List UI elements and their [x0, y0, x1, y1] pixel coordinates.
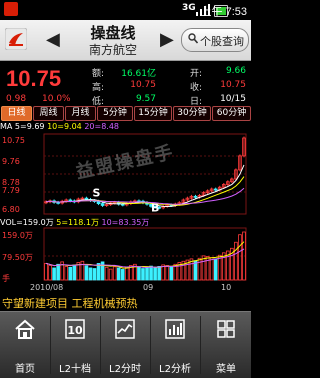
- open-value: 9.66: [225, 66, 246, 76]
- network-type: 3G: [182, 3, 196, 13]
- volume-bar: [238, 234, 242, 281]
- nav-l2-level10[interactable]: 10 L2十档: [50, 312, 100, 378]
- candle-body: [84, 197, 89, 200]
- volume-bar: [153, 266, 157, 281]
- turnover-value: 16.61亿: [121, 69, 156, 79]
- nav-l2-level10-label: L2十档: [59, 364, 91, 375]
- volume-bar: [169, 266, 174, 281]
- close-value: 10.75: [220, 80, 246, 90]
- nav-l2-analysis-label: L2分析: [159, 364, 191, 375]
- nav-menu-label: 菜单: [216, 364, 236, 375]
- nav-l2-timeshare-label: L2分时: [109, 364, 141, 375]
- vol5-label: 5=118.1万: [56, 218, 99, 227]
- price-change-pct: 10.0%: [42, 94, 71, 104]
- tab-5min[interactable]: 5分钟: [97, 106, 133, 121]
- svg-text:10: 10: [67, 324, 83, 337]
- timeshare-chart-icon: [115, 319, 135, 339]
- volume-bar: [88, 267, 93, 281]
- app-notification-icon: [4, 2, 18, 16]
- prev-stock-icon[interactable]: ◀: [46, 29, 60, 50]
- signal-marker: B: [151, 202, 159, 215]
- high-value: 10.75: [130, 80, 156, 90]
- nav-home-label: 首页: [15, 364, 35, 375]
- stock-name: 南方航空: [88, 43, 137, 57]
- page-title: 操盘线: [90, 24, 136, 42]
- tab-15min[interactable]: 15分钟: [134, 106, 172, 121]
- volume-axis-label: 159.0万: [2, 231, 33, 240]
- tab-60min[interactable]: 60分钟: [212, 106, 251, 121]
- vol10-label: 10=83.35万: [101, 218, 150, 227]
- stock-search-button[interactable]: 个股查询: [181, 28, 249, 52]
- nav-l2-timeshare[interactable]: L2分时: [100, 312, 150, 378]
- news-ticker[interactable]: 守望新建项目 工程机械预热: [0, 293, 251, 311]
- volume-bar: [137, 266, 141, 281]
- vol-label: VOL=159.0万: [0, 218, 54, 227]
- level10-icon: 10: [65, 319, 85, 339]
- candle-body: [193, 195, 198, 198]
- volume-bar: [120, 269, 125, 281]
- period-tabs: 日线 周线 月线 5分钟 15分钟 30分钟 60分钟: [0, 106, 251, 121]
- candle-body: [68, 199, 73, 202]
- stat-label: 额:: [92, 69, 105, 79]
- volume-bar: [64, 266, 69, 281]
- menu-grid-icon: [217, 320, 235, 338]
- home-icon: [15, 319, 35, 339]
- tab-monthly[interactable]: 月线: [65, 106, 96, 121]
- volume-bar: [68, 266, 73, 281]
- volume-bar: [145, 267, 149, 281]
- status-bar: 3G 上午 7:53: [0, 0, 251, 20]
- candle-body: [96, 200, 101, 205]
- current-price: 10.75: [6, 66, 62, 91]
- volume-bar: [104, 266, 109, 281]
- tab-weekly[interactable]: 周线: [33, 106, 64, 121]
- volume-bar: [149, 265, 153, 281]
- nav-home[interactable]: 首页: [0, 312, 50, 378]
- analysis-chart-icon: [165, 319, 185, 339]
- volume-bar: [84, 265, 89, 281]
- tab-daily[interactable]: 日线: [1, 106, 32, 121]
- tab-30min[interactable]: 30分钟: [173, 106, 211, 121]
- volume-bar: [48, 265, 52, 281]
- volume-axis-label: 79.50万: [2, 253, 33, 262]
- volume-bar: [209, 257, 214, 281]
- next-stock-icon[interactable]: ▶: [160, 29, 174, 50]
- volume-bar: [56, 263, 60, 281]
- search-icon: [188, 33, 199, 47]
- header-bar: ◀ 操盘线 南方航空 ▶ 个股查询: [0, 20, 251, 61]
- volume-bar: [197, 257, 202, 281]
- candle-body: [213, 188, 218, 191]
- volume-bar: [116, 267, 121, 281]
- volume-bar: [157, 266, 161, 281]
- volume-bar: [125, 266, 129, 281]
- ticker-text: 守望新建项目 工程机械预热: [2, 297, 138, 310]
- date-axis-label: 2010/08: [30, 283, 64, 292]
- date-axis-label: 09: [143, 283, 154, 292]
- price-change: 0.98: [6, 94, 27, 104]
- volume-bar: [108, 268, 113, 281]
- volume-bar: [213, 258, 218, 281]
- low-value: 9.57: [135, 94, 156, 104]
- volume-bar: [234, 241, 238, 281]
- date-axis-label: 10: [221, 283, 232, 292]
- nav-l2-analysis[interactable]: L2分析: [150, 312, 200, 378]
- signal-marker: S: [92, 186, 100, 199]
- date-value: 10/15: [220, 94, 246, 104]
- search-label: 个股查询: [200, 35, 244, 48]
- volume-legend: VOL=159.0万 5=118.1万 10=83.35万: [0, 217, 149, 228]
- volume-bar: [112, 266, 117, 281]
- nav-menu[interactable]: 菜单: [201, 312, 251, 378]
- volume-bar: [44, 262, 48, 281]
- volume-bar: [52, 267, 56, 281]
- volume-bar: [165, 265, 170, 281]
- candle-body: [100, 203, 105, 206]
- bottom-nav: 首页 10 L2十档 L2分时 L2分析 菜单: [0, 311, 251, 378]
- volume-axis-label: 手: [2, 274, 10, 283]
- volume-bar: [72, 264, 77, 281]
- clock: 上午 7:53: [200, 6, 247, 18]
- volume-bar: [141, 268, 145, 281]
- stat-label: 高:: [92, 83, 105, 93]
- volume-bar: [92, 268, 97, 281]
- app-logo: [5, 28, 27, 50]
